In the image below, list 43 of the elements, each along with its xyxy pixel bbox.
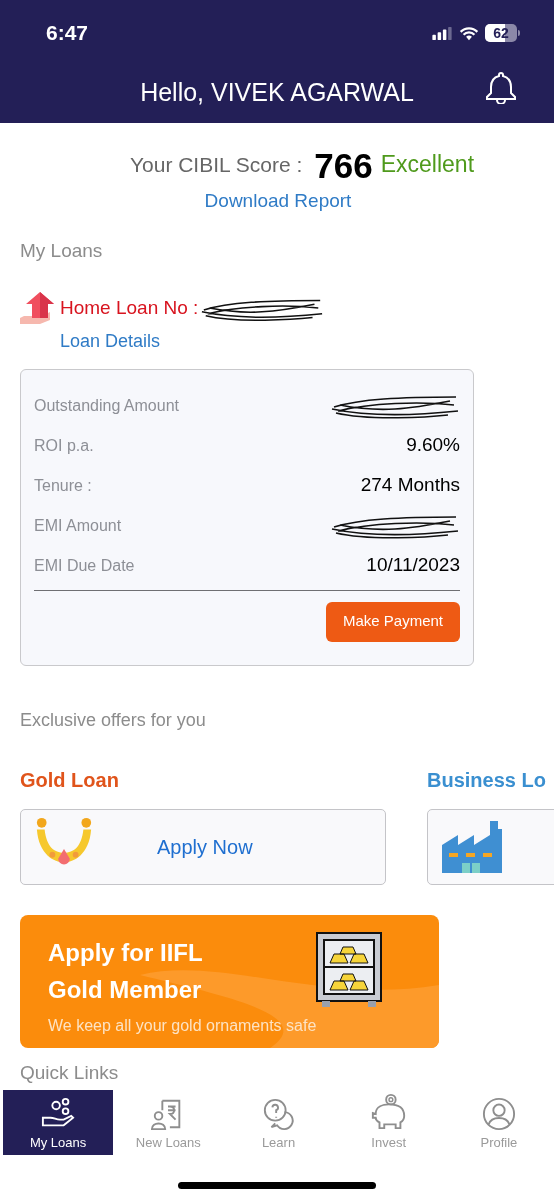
factory-icon <box>440 818 504 875</box>
offer-card[interactable] <box>427 808 554 885</box>
download-report-link[interactable]: Download Report <box>204 186 352 215</box>
nav-tab[interactable]: My Loans <box>3 1090 114 1155</box>
detail-label: EMI Amount <box>34 515 122 536</box>
detail-value: 9.60% <box>406 433 460 458</box>
nav-tab[interactable]: Invest <box>333 1090 444 1155</box>
detail-label: EMI Due Date <box>34 555 135 576</box>
speech-bubbles-icon <box>261 1096 296 1131</box>
loan-details-link[interactable]: Loan Details <box>60 330 161 351</box>
safe-icon <box>316 931 382 1008</box>
cibil-label: Your CIBIL Score : <box>129 152 303 178</box>
signal-icon <box>431 26 453 40</box>
wifi-icon <box>459 25 479 41</box>
apply-now-link[interactable]: Apply Now <box>157 831 253 862</box>
battery-icon: 62 <box>485 24 520 42</box>
greeting-title: Hello, VIVEK AGARWAL <box>140 77 414 108</box>
offer-card[interactable]: Apply Now <box>20 808 386 885</box>
nav-tab[interactable]: New Loans <box>113 1090 224 1155</box>
detail-value: 10/11/2023 <box>366 553 460 578</box>
offer-title: Gold Loan <box>20 767 120 793</box>
section-heading: Quick Links <box>20 1061 120 1084</box>
score-rating: Excellent <box>380 150 475 179</box>
loan-title: Home Loan No : <box>60 296 199 321</box>
detail-label: Outstanding Amount <box>34 395 179 416</box>
section-heading: Exclusive offers for you <box>20 708 207 732</box>
notification-bell-icon[interactable] <box>484 70 518 104</box>
cibil-score: 766 <box>314 147 373 183</box>
nav-tab[interactable]: Profile <box>443 1090 554 1155</box>
banner-subtitle: We keep all your gold ornaments safe <box>48 1015 318 1036</box>
offer-title: Business Lo <box>427 767 547 793</box>
status-time: 6:47 <box>46 20 89 47</box>
section-heading: My Loans <box>20 239 104 263</box>
detail-value: 274 Months <box>360 473 460 498</box>
banner-title: Apply for IIFL <box>48 937 204 968</box>
promo-banner[interactable]: Apply for IIFL Gold Member We keep all your gold ornaments safe <box>20 914 439 1048</box>
profile-icon <box>481 1096 516 1131</box>
detail-label: Tenure : <box>34 475 92 496</box>
nav-tab[interactable]: Learn <box>223 1090 334 1155</box>
make-payment-button[interactable]: Make Payment <box>326 601 460 642</box>
detail-label: ROI p.a. <box>34 435 94 456</box>
banner-title: Gold Member <box>48 974 203 1005</box>
piggy-bank-icon <box>369 1092 408 1131</box>
